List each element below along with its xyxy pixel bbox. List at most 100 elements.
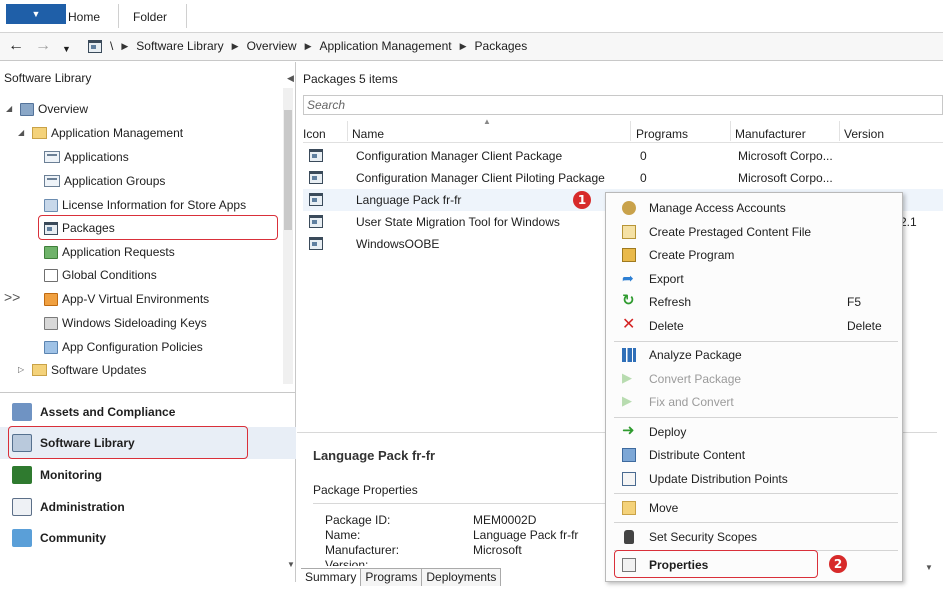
breadcrumb-software-library[interactable]: Software Library — [136, 39, 223, 53]
tree-item-application-management[interactable]: ◢ Application Management — [18, 123, 183, 143]
delete-icon: ✕ — [622, 316, 636, 333]
menu-item-export[interactable]: ➦ Export — [606, 268, 902, 290]
tree-item-sideloading-keys[interactable]: Windows Sideloading Keys — [44, 313, 207, 333]
export-icon: ➦ — [622, 270, 634, 286]
collapse-left-icon[interactable]: ◀ — [287, 73, 294, 84]
forward-arrow-icon[interactable]: → — [35, 38, 51, 54]
property-value: Microsoft — [473, 543, 522, 557]
menu-item-label: Deploy — [649, 425, 687, 439]
context-menu: Manage Access Accounts Create Prestaged … — [605, 192, 903, 582]
tree-item-label: Windows Sideloading Keys — [62, 316, 207, 330]
package-icon — [309, 171, 323, 184]
tree-scrollbar-thumb[interactable] — [284, 110, 292, 230]
breadcrumb-application-management[interactable]: Application Management — [320, 39, 452, 53]
details-scroll-down-icon[interactable]: ▼ — [925, 563, 933, 572]
tree-item-appv-environments[interactable]: App-V Virtual Environments — [44, 289, 209, 309]
menu-separator — [614, 417, 898, 418]
app-menu-button[interactable]: ▼ — [6, 4, 66, 24]
breadcrumb-overview[interactable]: Overview — [247, 39, 297, 53]
tab-folder[interactable]: Folder — [133, 7, 167, 27]
tree-item-label: Overview — [38, 102, 89, 116]
menu-item-set-security-scopes[interactable]: Set Security Scopes — [606, 526, 902, 548]
tree-item-application-requests[interactable]: Application Requests — [44, 242, 175, 262]
breadcrumb-arrow-icon[interactable]: ▶ — [232, 41, 239, 52]
breadcrumb-arrow-icon[interactable]: ▶ — [121, 41, 128, 52]
tree-item-app-configuration-policies[interactable]: App Configuration Policies — [44, 337, 203, 357]
menu-item-label: Refresh — [649, 295, 692, 309]
tree-item-application-groups[interactable]: Application Groups — [44, 171, 165, 191]
menu-item-create-program[interactable]: Create Program — [606, 244, 902, 266]
tab-summary[interactable]: Summary — [301, 569, 362, 586]
folder-icon — [32, 364, 47, 376]
distribute-icon — [622, 448, 636, 462]
collapse-pane-icon[interactable]: >> — [4, 289, 20, 305]
menu-item-refresh[interactable]: ↻ Refresh F5 — [606, 291, 902, 313]
tree-item-software-updates[interactable]: ▷ Software Updates — [18, 360, 146, 380]
analyze-icon — [622, 348, 636, 362]
search-input[interactable]: Search — [303, 95, 943, 115]
breadcrumb-root[interactable]: \ — [110, 39, 113, 53]
details-title: Language Pack fr-fr — [313, 448, 436, 463]
tab-programs[interactable]: Programs — [361, 569, 423, 586]
menu-item-convert-package[interactable]: ▶ Convert Package — [606, 368, 902, 390]
workspace-monitoring[interactable]: Monitoring — [0, 459, 296, 491]
column-divider[interactable] — [630, 121, 631, 141]
tree-item-label: Application Groups — [64, 174, 166, 188]
menu-item-label: Export — [649, 272, 684, 286]
menu-item-create-prestaged-content-file[interactable]: Create Prestaged Content File — [606, 221, 902, 243]
security-scopes-icon — [624, 530, 634, 544]
menu-item-deploy[interactable]: ➜ Deploy — [606, 421, 902, 443]
deploy-icon: ➜ — [622, 422, 635, 439]
menu-item-update-distribution-points[interactable]: Update Distribution Points — [606, 468, 902, 490]
back-arrow-icon[interactable]: ← — [8, 38, 24, 54]
update-dp-icon — [622, 472, 636, 486]
column-divider[interactable] — [839, 121, 840, 141]
table-row[interactable]: Configuration Manager Client Piloting Pa… — [303, 167, 943, 189]
community-icon — [12, 529, 32, 547]
menu-item-fix-and-convert[interactable]: ▶ Fix and Convert — [606, 391, 902, 413]
collapse-triangle-icon[interactable]: ▷ — [18, 360, 28, 380]
breadcrumb-arrow-icon[interactable]: ▶ — [305, 41, 312, 52]
menu-item-delete[interactable]: ✕ Delete Delete — [606, 315, 902, 337]
column-name[interactable]: Name — [352, 127, 384, 141]
menu-item-manage-access-accounts[interactable]: Manage Access Accounts — [606, 197, 902, 219]
breadcrumb-arrow-icon[interactable]: ▶ — [460, 41, 467, 52]
menu-item-shortcut: F5 — [847, 295, 862, 309]
column-version[interactable]: Version — [844, 127, 884, 141]
breadcrumb-packages[interactable]: Packages — [475, 39, 528, 53]
property-key: Package ID: — [325, 513, 391, 527]
table-row[interactable]: Configuration Manager Client Package 0 M… — [303, 145, 943, 167]
history-dropdown-icon[interactable]: ▼ — [62, 41, 71, 57]
column-programs[interactable]: Programs — [636, 127, 688, 141]
column-manufacturer[interactable]: Manufacturer — [735, 127, 806, 141]
workspace-expand-icon[interactable]: ▼ — [287, 560, 295, 569]
tree-item-overview[interactable]: ◢ Overview — [6, 99, 88, 119]
menu-item-move[interactable]: Move — [606, 497, 902, 519]
details-section-title: Package Properties — [313, 483, 418, 497]
tree-item-applications[interactable]: Applications — [44, 147, 129, 167]
navigation-pane: Software Library ◢ Overview ◢ Applicatio… — [0, 62, 296, 582]
menu-item-label: Create Program — [649, 248, 735, 262]
expand-triangle-icon[interactable]: ◢ — [18, 123, 28, 143]
tab-home[interactable]: Home — [68, 7, 100, 27]
menu-item-shortcut: Delete — [847, 319, 882, 333]
tab-deployments[interactable]: Deployments — [422, 569, 502, 586]
tree-item-license-information[interactable]: License Information for Store Apps — [44, 195, 246, 215]
column-divider[interactable] — [347, 121, 348, 141]
menu-item-label: Set Security Scopes — [649, 530, 758, 544]
column-header: Icon Name ▲ Programs Manufacturer Versio… — [303, 117, 943, 143]
tree-item-global-conditions[interactable]: Global Conditions — [44, 265, 157, 285]
row-name: Configuration Manager Client Piloting Pa… — [356, 171, 605, 185]
console-root-icon[interactable] — [88, 39, 102, 53]
column-icon[interactable]: Icon — [303, 127, 326, 141]
tree-scrollbar[interactable] — [283, 88, 293, 384]
menu-item-distribute-content[interactable]: Distribute Content — [606, 444, 902, 466]
column-divider[interactable] — [730, 121, 731, 141]
workspace-assets-and-compliance[interactable]: Assets and Compliance — [0, 396, 296, 428]
workspace-administration[interactable]: Administration — [0, 491, 296, 523]
workspace-community[interactable]: Community — [0, 522, 296, 554]
expand-triangle-icon[interactable]: ◢ — [6, 99, 16, 119]
list-heading: Packages 5 items — [303, 72, 398, 86]
menu-item-analyze-package[interactable]: Analyze Package — [606, 344, 902, 366]
divider — [0, 392, 296, 393]
